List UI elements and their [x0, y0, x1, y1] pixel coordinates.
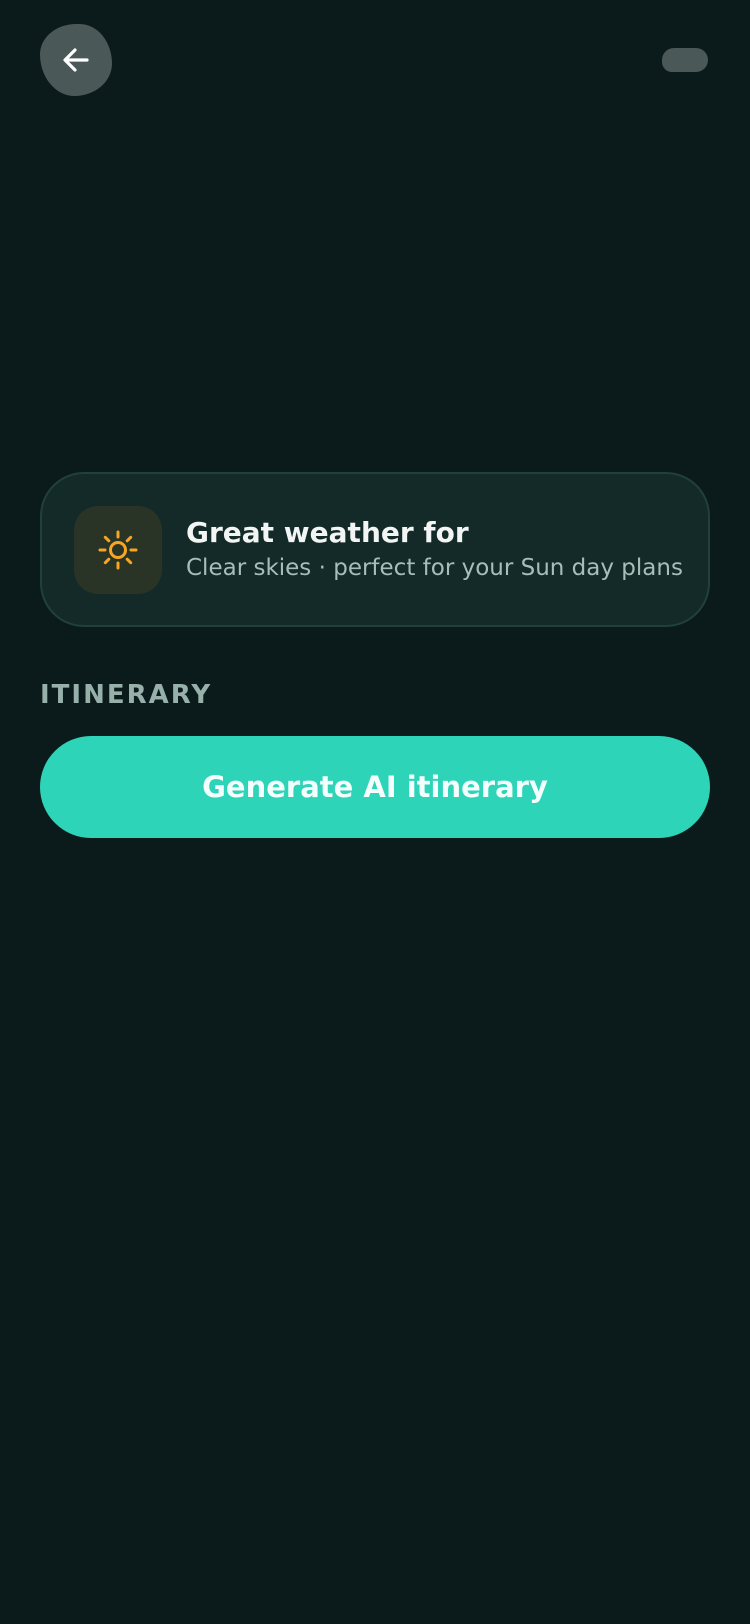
itinerary-section-label: ITINERARY — [40, 680, 213, 710]
sun-icon — [96, 528, 140, 572]
back-button[interactable] — [40, 24, 112, 96]
trip-screen: Great weather for Clear skies · perfect … — [0, 0, 750, 1624]
arrow-left-icon — [58, 42, 94, 78]
weather-subtitle: Clear skies · perfect for your Sun day p… — [186, 555, 683, 581]
weather-card: Great weather for Clear skies · perfect … — [40, 472, 710, 627]
generate-itinerary-button[interactable]: Generate AI itinerary — [40, 736, 710, 838]
weather-text: Great weather for Clear skies · perfect … — [186, 516, 688, 584]
weather-icon-tile — [74, 506, 162, 594]
header-pill[interactable] — [662, 48, 708, 72]
weather-title: Great weather for — [186, 516, 469, 549]
